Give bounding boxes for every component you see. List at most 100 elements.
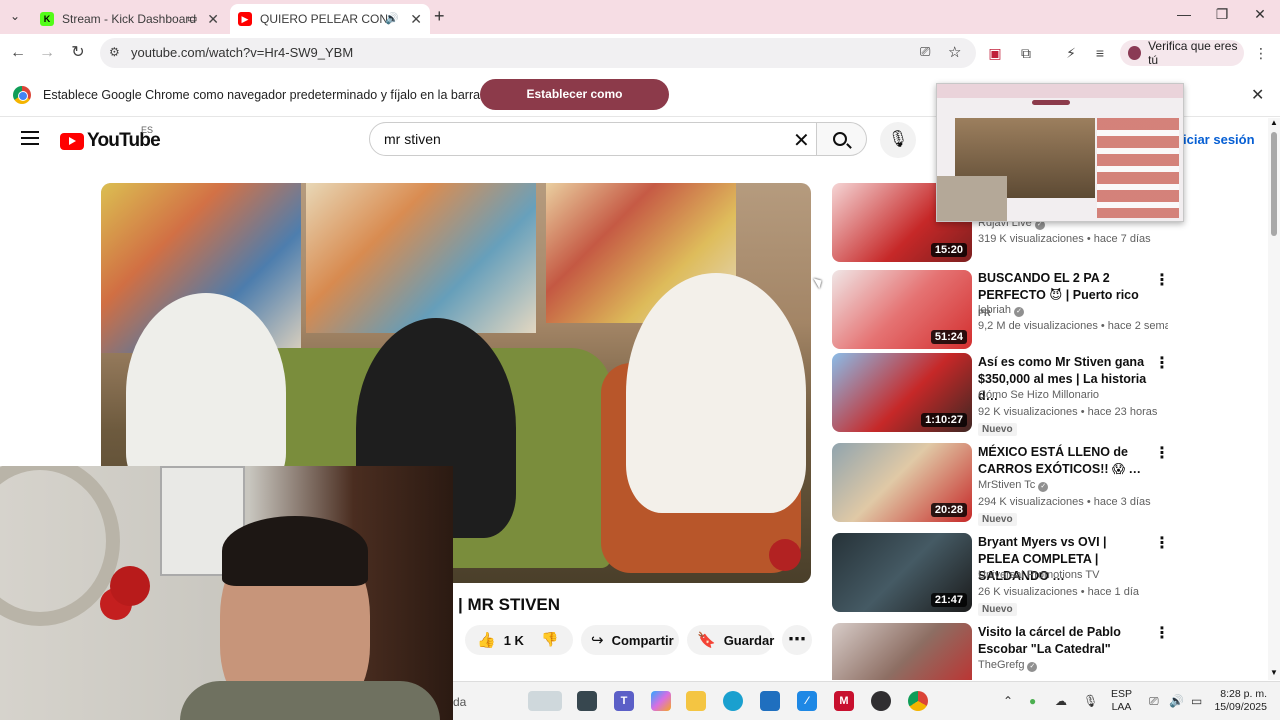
- file-explorer-icon[interactable]: [686, 691, 706, 711]
- channel-name[interactable]: Universal Promotions TV: [978, 569, 1099, 581]
- scroll-down-icon[interactable]: ▼: [1270, 668, 1278, 677]
- page-scrollbar[interactable]: ▲ ▼: [1268, 118, 1280, 680]
- like-button[interactable]: 👍 1 K 👎: [465, 625, 573, 655]
- volume-icon[interactable]: 🔊: [1169, 694, 1184, 708]
- edge-icon[interactable]: [723, 691, 743, 711]
- microphone-tray-icon[interactable]: 🎙: [1083, 694, 1098, 708]
- more-options-icon[interactable]: ⋮: [1154, 623, 1170, 643]
- recommendation-item[interactable]: 51:24 BUSCANDO EL 2 PA 2 PERFECTO 😈 | Pu…: [832, 270, 1172, 352]
- tab-list-chevron-icon[interactable]: ⌄: [10, 9, 20, 23]
- streamer-shirt: [180, 681, 440, 720]
- tray-overflow-icon[interactable]: ⌃: [1003, 694, 1013, 708]
- extension-red-icon[interactable]: ▣: [986, 44, 1004, 62]
- new-badge: Nuevo: [978, 603, 1017, 616]
- video-meta: 9,2 M de visualizaciones • hace 2 seman…: [978, 320, 1168, 332]
- recommendation-item[interactable]: Visito la cárcel de Pablo Escobar "La Ca…: [832, 623, 1172, 680]
- microphone-icon[interactable]: 🎙: [880, 122, 916, 158]
- tab-title: QUIERO PELEAR CON ESTA: [260, 12, 390, 26]
- clear-search-icon[interactable]: ✕: [793, 128, 810, 153]
- video-thumbnail[interactable]: 51:24: [832, 270, 972, 349]
- youtube-favicon-icon: ▶: [238, 12, 252, 26]
- region-code: ES: [141, 125, 154, 135]
- scroll-up-icon[interactable]: ▲: [1270, 118, 1278, 127]
- recommendation-item[interactable]: 20:28 MÉXICO ESTÁ LLENO de CARROS EXÓTIC…: [832, 443, 1172, 526]
- more-options-icon[interactable]: ⋮: [1154, 533, 1170, 553]
- performance-icon[interactable]: ⚡: [1062, 44, 1080, 62]
- close-infobar-icon[interactable]: ✕: [1251, 85, 1264, 105]
- task-view-icon[interactable]: [577, 691, 597, 711]
- picture-in-picture-window[interactable]: [936, 83, 1184, 222]
- sign-in-link[interactable]: iciar sesión: [1183, 132, 1255, 147]
- more-options-icon[interactable]: ⋮: [1154, 270, 1170, 290]
- search-button[interactable]: [817, 122, 867, 156]
- mcafee-icon[interactable]: M: [834, 691, 854, 711]
- more-actions-icon[interactable]: ⋯: [782, 625, 812, 655]
- close-window-icon[interactable]: ✕: [1240, 6, 1280, 23]
- video-meta: 319 K visualizaciones • hace 7 días: [978, 233, 1151, 245]
- network-icon[interactable]: ⎚: [1149, 694, 1159, 709]
- streamer-hair: [222, 516, 368, 586]
- more-options-icon[interactable]: ⋮: [1154, 353, 1170, 373]
- tab-kick-dashboard[interactable]: K Stream - Kick Dashboard ▭ ✕: [32, 4, 227, 34]
- visual-studio-code-icon[interactable]: ⁄: [797, 691, 817, 711]
- new-tab-icon[interactable]: +: [434, 6, 445, 27]
- back-icon[interactable]: ←: [7, 42, 29, 64]
- channel-name[interactable]: TheGrefg ✓: [978, 659, 1038, 672]
- channel-name[interactable]: MrStiven Tc ✓: [978, 479, 1049, 492]
- video-meta: 92 K visualizaciones • hace 23 horas: [978, 406, 1158, 418]
- flowers: [110, 566, 150, 606]
- copilot-icon[interactable]: [651, 691, 671, 711]
- set-default-button[interactable]: Establecer como predeterminado: [480, 79, 669, 132]
- search-query[interactable]: mr stiven: [384, 131, 441, 147]
- close-tab-icon[interactable]: ✕: [410, 11, 422, 28]
- battery-icon[interactable]: ▭: [1191, 694, 1202, 708]
- video-title[interactable]: MÉXICO ESTÁ LLENO de CARROS EXÓTICOS!! 😱…: [978, 444, 1150, 478]
- reload-icon[interactable]: ↻: [67, 42, 89, 64]
- video-thumbnail[interactable]: 1:10:27: [832, 353, 972, 432]
- more-options-icon[interactable]: ⋮: [1154, 443, 1170, 463]
- audio-playing-icon[interactable]: 🔊: [385, 12, 399, 25]
- search-highlight-icon[interactable]: [528, 691, 562, 711]
- profile-button[interactable]: Verifica que eres tú: [1120, 39, 1244, 67]
- system-clock[interactable]: 8:28 p. m. 15/09/2025: [1209, 688, 1267, 714]
- chrome-icon[interactable]: [908, 691, 928, 711]
- hamburger-menu-icon[interactable]: [21, 131, 39, 145]
- search-input[interactable]: mr stiven ✕: [369, 122, 817, 156]
- video-thumbnail[interactable]: 21:47: [832, 533, 972, 612]
- menu-kebab-icon[interactable]: ⋮: [1252, 44, 1270, 62]
- input-language[interactable]: ESP LAA: [1111, 688, 1132, 714]
- taskbar-search[interactable]: da: [453, 695, 466, 709]
- tab-youtube-video[interactable]: ▶ QUIERO PELEAR CON ESTA 🔊 ✕: [230, 4, 430, 34]
- url-text[interactable]: youtube.com/watch?v=Hr4-SW9_YBM: [131, 45, 353, 60]
- onedrive-icon[interactable]: ☁: [1055, 694, 1067, 708]
- close-tab-icon[interactable]: ✕: [207, 11, 219, 28]
- scroll-thumb[interactable]: [1271, 132, 1277, 236]
- channel-name[interactable]: lebriah ✓: [978, 304, 1025, 317]
- restore-icon[interactable]: ❐: [1202, 6, 1242, 23]
- media-controls-icon[interactable]: ≡: [1091, 44, 1109, 62]
- painting: [306, 183, 536, 333]
- store-icon[interactable]: [760, 691, 780, 711]
- minimize-icon[interactable]: —: [1164, 6, 1204, 22]
- dislike-icon[interactable]: 👎: [541, 631, 558, 648]
- tray-app-icon[interactable]: ●: [1029, 694, 1036, 708]
- bookmark-star-icon[interactable]: ☆: [948, 43, 961, 61]
- webcam-overlay: [0, 466, 453, 720]
- recommendation-item[interactable]: 1:10:27 Así es como Mr Stiven gana $350,…: [832, 353, 1172, 436]
- video-title[interactable]: Visito la cárcel de Pablo Escobar "La Ca…: [978, 624, 1150, 658]
- cast-icon[interactable]: ⎚: [920, 44, 930, 60]
- share-button[interactable]: ↪ Compartir: [581, 625, 679, 655]
- teams-icon[interactable]: T: [614, 691, 634, 711]
- site-info-icon[interactable]: ⚙: [109, 45, 120, 59]
- save-button[interactable]: 🔖 Guardar: [687, 625, 774, 655]
- extensions-puzzle-icon[interactable]: ⧉: [1017, 44, 1035, 62]
- obs-icon[interactable]: [871, 691, 891, 711]
- channel-name[interactable]: Cómo Se Hizo Millonario: [978, 389, 1099, 401]
- tab-title: Stream - Kick Dashboard: [62, 12, 197, 26]
- video-thumbnail[interactable]: 20:28: [832, 443, 972, 522]
- pip-toolbar: [937, 84, 1183, 98]
- recommendation-item[interactable]: 21:47 Bryant Myers vs OVI | PELEA COMPLE…: [832, 533, 1172, 616]
- video-thumbnail[interactable]: [832, 623, 972, 680]
- forward-icon[interactable]: →: [36, 42, 58, 64]
- address-bar[interactable]: ⚙ youtube.com/watch?v=Hr4-SW9_YBM ⎚ ☆: [100, 38, 976, 68]
